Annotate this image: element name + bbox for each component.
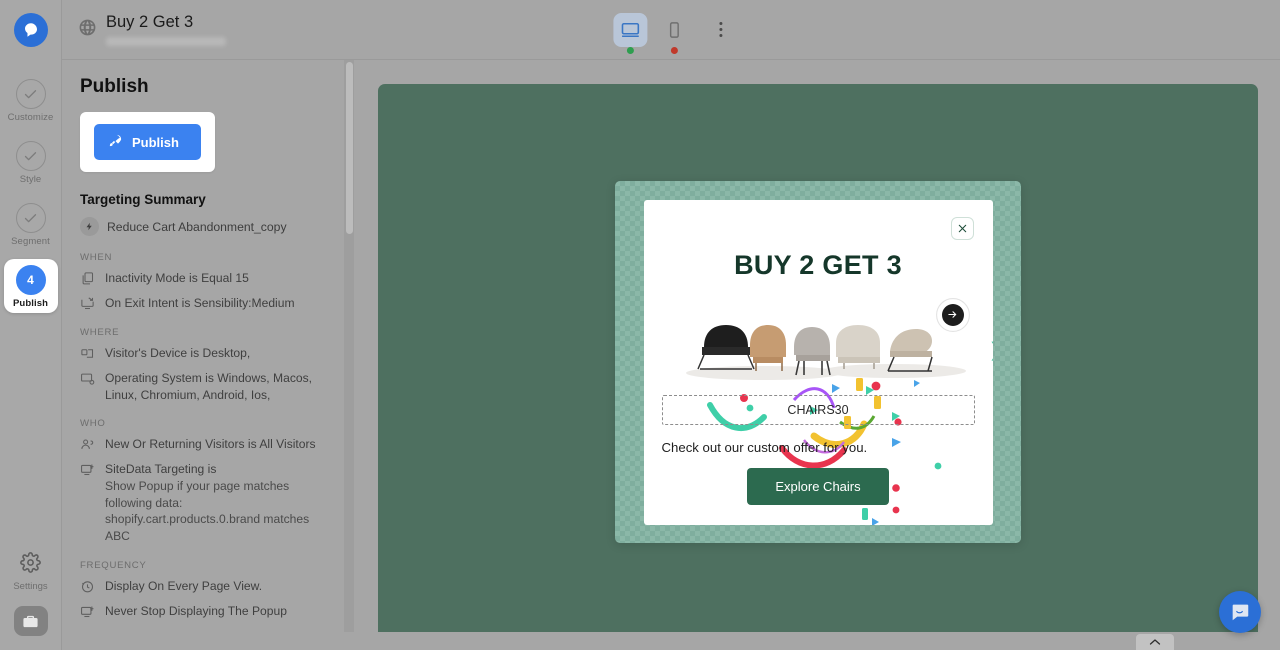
section-heading-where: WHERE	[80, 327, 120, 338]
rail-bottom: Settings	[0, 552, 61, 636]
sidebar-item-customize[interactable]: Customize	[4, 73, 58, 127]
targeting-item: Display On Every Page View.	[80, 578, 336, 595]
targeting-item-text: Never Stop Displaying The Popup	[105, 603, 287, 618]
publish-panel: Publish Publish Targeting Summary Reduce…	[62, 60, 354, 650]
targeting-item: SiteData Targeting is Show Popup if your…	[80, 461, 336, 544]
settings-label: Settings	[13, 581, 48, 592]
arrow-right-icon	[941, 303, 964, 326]
sitedata-icon	[80, 604, 96, 620]
panel-scrollbar-thumb[interactable]	[346, 62, 353, 234]
body-row: Publish Publish Targeting Summary Reduce…	[62, 60, 1280, 650]
popup: BUY 2 GET 3 CHAIRS30 Check out our custo…	[643, 199, 993, 525]
close-icon[interactable]	[950, 216, 974, 240]
sidebar-item-label: Publish	[12, 298, 48, 309]
check-icon	[15, 203, 46, 233]
gear-icon	[20, 552, 41, 578]
exit-intent-icon	[80, 296, 96, 312]
kebab-menu-icon[interactable]	[713, 16, 728, 44]
targeting-item-subtext: Show Popup if your page matches followin…	[105, 479, 310, 544]
targeting-item-title: SiteData Targeting is	[105, 462, 217, 477]
expand-panel-button[interactable]	[1136, 634, 1174, 650]
targeting-item-text: Operating System is Windows, Macos, Linu…	[105, 371, 313, 402]
globe-icon	[78, 18, 97, 42]
publish-button[interactable]: Publish	[94, 124, 201, 160]
sidebar-item-label: Style	[19, 174, 42, 185]
briefcase-icon[interactable]	[13, 606, 48, 636]
app-logo[interactable]	[13, 13, 48, 47]
targeting-item-text: Display On Every Page View.	[105, 578, 263, 593]
sidebar-item-segment[interactable]: Segment	[4, 197, 58, 251]
sidebar-item-settings[interactable]: Settings	[13, 552, 48, 592]
step-number-badge: 4	[15, 265, 46, 295]
check-icon	[15, 141, 46, 171]
coupon-code-value: CHAIRS30	[787, 402, 849, 417]
targeting-item-text: SiteData Targeting is Show Popup if your…	[105, 461, 336, 544]
device-switcher	[613, 12, 728, 54]
page-title: Buy 2 Get 3	[106, 13, 194, 32]
popup-frame: BUY 2 GET 3 CHAIRS30 Check out our custo…	[615, 181, 1021, 543]
sitedata-icon	[80, 462, 96, 478]
users-icon	[80, 437, 96, 453]
popup-headline: BUY 2 GET 3	[734, 249, 902, 280]
targeting-item: Inactivity Mode is Equal 15	[80, 270, 336, 287]
section-heading-when: WHEN	[80, 252, 113, 263]
top-bar: Buy 2 Get 3	[62, 0, 1280, 60]
chevron-up-icon	[1149, 633, 1161, 650]
campaign-row[interactable]: Reduce Cart Abandonment_copy	[80, 217, 336, 236]
chat-bubble-icon[interactable]	[1219, 591, 1261, 633]
section-heading-frequency: FREQUENCY	[80, 559, 147, 571]
main-content: Buy 2 Get 3 Publish Publish Targeting Su…	[62, 0, 1280, 650]
campaign-name: Reduce Cart Abandonment_copy	[107, 219, 287, 234]
status-dot-online	[626, 46, 634, 54]
popup-subtext: Check out our custom offer for you.	[661, 439, 868, 455]
copy-icon	[80, 271, 96, 287]
sidebar-item-style[interactable]: Style	[4, 135, 58, 189]
chevron-right-icon: ❯	[989, 339, 993, 362]
bottom-bar	[62, 632, 1280, 650]
targeting-item-text: Inactivity Mode is Equal 15	[105, 271, 249, 285]
targeting-item: New Or Returning Visitors is All Visitor…	[80, 436, 336, 453]
os-icon	[80, 371, 96, 387]
popup-cta-wrap: Explore Chairs	[644, 467, 993, 505]
targeting-item-text: On Exit Intent is Sensibility:Medium	[105, 296, 295, 310]
bolt-icon	[80, 217, 99, 236]
check-icon	[15, 79, 46, 109]
targeting-item: Never Stop Displaying The Popup	[80, 603, 336, 620]
explore-chairs-button[interactable]: Explore Chairs	[747, 467, 889, 505]
site-info: Buy 2 Get 3	[62, 13, 226, 46]
shop-now-badge[interactable]	[934, 296, 971, 333]
targeting-item-text: Visitor's Device is Desktop,	[105, 346, 251, 360]
section-heading-who: WHO	[80, 418, 106, 430]
clock-icon	[80, 579, 96, 595]
preview-canvas: BUY 2 GET 3 CHAIRS30 Check out our custo…	[354, 60, 1280, 650]
coupon-code-field[interactable]: CHAIRS30	[661, 394, 975, 425]
rail-steps: Customize Style Segment 4 Publish	[0, 73, 61, 321]
app-root: Customize Style Segment 4 Publish Settin…	[0, 0, 1280, 650]
site-text-block: Buy 2 Get 3	[106, 13, 226, 46]
targeting-item: Visitor's Device is Desktop,	[80, 345, 336, 362]
panel-title: Publish	[80, 76, 149, 97]
publish-card: Publish	[80, 112, 215, 172]
sidebar-item-publish[interactable]: 4 Publish	[3, 259, 58, 313]
sidebar-item-label: Segment	[11, 236, 50, 247]
device-icon	[80, 346, 96, 362]
targeting-summary-title: Targeting Summary	[80, 192, 206, 207]
preview-stage: BUY 2 GET 3 CHAIRS30 Check out our custo…	[378, 84, 1258, 640]
status-dot-offline	[670, 46, 678, 54]
popup-hero-image: ❯	[644, 295, 993, 387]
targeting-item: Operating System is Windows, Macos, Linu…	[80, 370, 336, 403]
panel-scrollbar[interactable]	[344, 60, 354, 650]
site-url-masked	[106, 36, 226, 46]
publish-button-label: Publish	[132, 134, 179, 150]
device-toggle-desktop[interactable]	[613, 12, 648, 54]
targeting-item-text: New Or Returning Visitors is All Visitor…	[105, 437, 316, 452]
app-logo-wrap	[0, 0, 61, 60]
device-toggle-mobile[interactable]	[657, 13, 691, 54]
left-rail: Customize Style Segment 4 Publish Settin…	[0, 0, 62, 650]
targeting-item: On Exit Intent is Sensibility:Medium	[80, 295, 336, 312]
sidebar-item-label: Customize	[7, 112, 54, 123]
rocket-icon	[108, 133, 123, 151]
